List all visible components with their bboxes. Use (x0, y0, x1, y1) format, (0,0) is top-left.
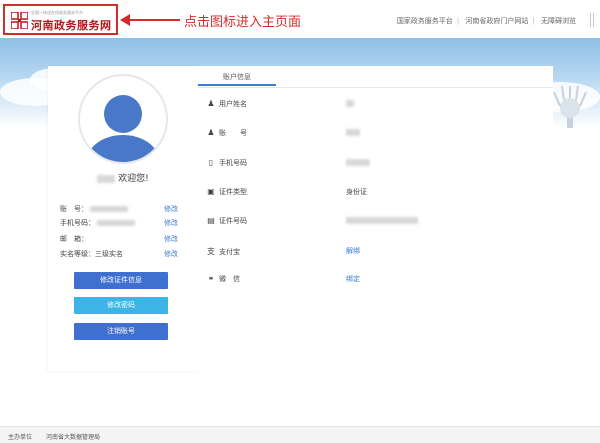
wechat-bind-link[interactable]: 绑定 (346, 274, 360, 284)
field-label: 支付宝 (219, 248, 240, 256)
field-label: 账 号 (219, 129, 247, 137)
field-cert-number-label: ▤ 证件号码 (206, 216, 247, 226)
link-accessibility[interactable]: 无障碍浏览 (541, 17, 576, 25)
field-cert-type-value: 身份证 (346, 188, 367, 196)
annotation-arrow-icon (120, 14, 180, 26)
phone-icon: ▯ (208, 158, 214, 167)
footer-sponsor-value: 河南省大数据管理局 (46, 434, 101, 441)
profile-row-label: 邮 箱： (60, 235, 88, 243)
right-margin (553, 128, 600, 378)
logo-mark-icon (11, 12, 28, 29)
id-card-icon: ▣ (207, 187, 215, 196)
username-redacted (97, 174, 116, 183)
home-logo-link[interactable]: 全国一体化在线政务服务平台 河南政务服务网 (3, 4, 118, 35)
field-label: 证件类型 (219, 188, 247, 196)
footer: 主办单位 河南省大数据管理局 (0, 426, 600, 443)
redacted-value (97, 220, 136, 226)
divider: | (456, 17, 460, 25)
logo-title: 河南政务服务网 (31, 19, 112, 32)
profile-row-account: 账 号： 修改 (60, 204, 178, 214)
profile-row-label: 实名等级：三级实名 (60, 250, 123, 258)
footer-sponsor-label: 主办单位 (8, 434, 33, 441)
field-label: 微 信 (219, 275, 240, 283)
profile-panel: 欢迎您! 账 号： 修改 手机号码： 修改 邮 箱： 修改 实名等级：三级实名 … (48, 66, 198, 371)
welcome-message: 欢迎您! (48, 171, 198, 184)
field-alipay-label: 支支付宝 (206, 246, 240, 257)
edit-account-link[interactable]: 修改 (164, 204, 178, 214)
change-password-button[interactable]: 修改密码 (74, 297, 168, 314)
id-number-icon: ▤ (207, 216, 215, 225)
redacted-value (346, 216, 418, 224)
profile-row-realname: 实名等级：三级实名 修改 (60, 249, 178, 259)
cancel-account-button[interactable]: 注销账号 (74, 323, 168, 340)
redacted-value (90, 206, 129, 212)
wechat-icon: ⚭ (207, 274, 215, 283)
field-cert-number-value (346, 216, 418, 224)
alipay-icon: 支 (207, 247, 215, 256)
field-account-label: ♟ 账 号 (206, 128, 247, 138)
field-label: 证件号码 (219, 217, 247, 225)
edit-cert-info-button[interactable]: 修改证件信息 (74, 272, 168, 289)
annotation-text: 点击图标进入主页面 (184, 15, 302, 30)
redacted-value (346, 128, 360, 136)
field-label: 用户姓名 (219, 100, 247, 108)
redacted-value (346, 158, 370, 166)
field-wechat-label: ⚭ 微 信 (206, 274, 240, 284)
edit-email-link[interactable]: 修改 (164, 234, 178, 244)
avatar (78, 74, 168, 164)
field-username-label: ♟ 用户姓名 (206, 99, 247, 109)
edit-phone-link[interactable]: 修改 (164, 218, 178, 228)
top-links: 国家政务服务平台 | 河南省政府门户网站 | 无障碍浏览 (393, 16, 580, 26)
field-phone-value (346, 158, 370, 166)
account-info-panel: 账户信息 ♟ 用户姓名 ♟ 账 号 ▯ 手机号码 ▣ 证件类型 身份证 ▤ 证件号码 支支… (198, 66, 553, 371)
top-header: 全国一体化在线政务服务平台 河南政务服务网 点击图标进入主页面 国家政务服务平台… (0, 0, 600, 38)
menu-grip-icon[interactable] (590, 13, 594, 27)
profile-row-email: 邮 箱： 修改 (60, 234, 178, 244)
link-national-platform[interactable]: 国家政务服务平台 (397, 17, 453, 25)
tab-divider (198, 87, 553, 88)
profile-row-phone: 手机号码： 修改 (60, 218, 178, 228)
field-phone-label: ▯ 手机号码 (206, 158, 247, 168)
link-henan-government[interactable]: 河南省政府门户网站 (465, 17, 528, 25)
field-username-value (346, 99, 354, 107)
profile-row-label: 手机号码： (60, 219, 95, 227)
account-icon: ♟ (207, 128, 215, 137)
welcome-text: 欢迎您! (118, 174, 149, 184)
tab-account-info[interactable]: 账户信息 (198, 72, 276, 86)
alipay-unbind-link[interactable]: 解绑 (346, 246, 360, 256)
user-icon: ♟ (207, 99, 215, 108)
field-label: 手机号码 (219, 159, 247, 167)
profile-row-label: 账 号： (60, 205, 88, 213)
default-avatar-icon (87, 95, 159, 162)
edit-realname-link[interactable]: 修改 (164, 249, 178, 259)
field-account-value (346, 128, 360, 136)
redacted-value (346, 99, 354, 107)
field-cert-type-label: ▣ 证件类型 (206, 187, 247, 197)
logo-subtitle: 全国一体化在线政务服务平台 (31, 10, 83, 15)
divider: | (532, 17, 535, 25)
